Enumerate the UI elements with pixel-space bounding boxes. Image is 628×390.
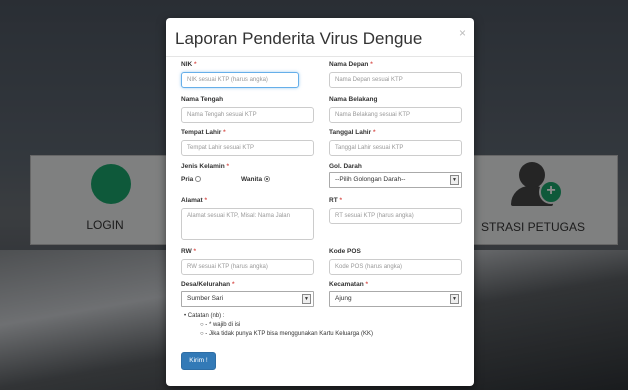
notes-item-required: ○ - * wajib di isi bbox=[200, 322, 241, 328]
radio-pria[interactable]: Pria bbox=[181, 176, 202, 183]
desa-select[interactable]: Sumber Sari ▼ bbox=[181, 291, 314, 307]
notes-item-kk: ○ - Jika tidak punya KTP bisa menggunaka… bbox=[200, 331, 373, 337]
tanggal-lahir-input[interactable]: Tanggal Lahir sesuai KTP bbox=[329, 140, 462, 156]
jenis-kelamin-label: Jenis Kelamin * bbox=[181, 163, 230, 170]
gol-darah-select[interactable]: --Pilih Golongan Darah-- ▼ bbox=[329, 172, 462, 188]
tanggal-lahir-label: Tanggal Lahir * bbox=[329, 129, 376, 136]
nama-belakang-input[interactable]: Nama Belakang sesuai KTP bbox=[329, 107, 462, 123]
nama-tengah-input[interactable]: Nama Tengah sesuai KTP bbox=[181, 107, 314, 123]
chevron-down-icon: ▼ bbox=[450, 294, 459, 304]
nik-input[interactable]: NIK sesuai KTP (harus angka) bbox=[181, 72, 299, 88]
kode-pos-label: Kode POS bbox=[329, 248, 361, 255]
rt-input[interactable]: RT sesuai KTP (harus angka) bbox=[329, 208, 462, 224]
alamat-textarea[interactable]: Alamat sesuai KTP, Misal: Nama Jalan bbox=[181, 208, 314, 240]
rw-input[interactable]: RW sesuai KTP (harus angka) bbox=[181, 259, 314, 275]
radio-wanita[interactable]: Wanita bbox=[241, 176, 271, 183]
rw-label: RW * bbox=[181, 248, 197, 255]
kecamatan-select[interactable]: Ajung ▼ bbox=[329, 291, 462, 307]
report-modal: Laporan Penderita Virus Dengue × NIK * N… bbox=[166, 18, 474, 386]
chevron-down-icon: ▼ bbox=[302, 294, 311, 304]
close-icon[interactable]: × bbox=[459, 26, 466, 40]
nama-belakang-label: Nama Belakang bbox=[329, 96, 378, 103]
radio-pria-icon[interactable] bbox=[195, 176, 202, 183]
kecamatan-label: Kecamatan * bbox=[329, 281, 369, 288]
submit-button[interactable]: Kirim ! bbox=[181, 352, 216, 370]
modal-title: Laporan Penderita Virus Dengue bbox=[175, 29, 423, 48]
tempat-lahir-label: Tempat Lahir * bbox=[181, 129, 226, 136]
kode-pos-input[interactable]: Kode POS (harus angka) bbox=[329, 259, 462, 275]
rt-label: RT * bbox=[329, 197, 343, 204]
chevron-down-icon: ▼ bbox=[450, 175, 459, 185]
notes-title: • Catatan (nb) : bbox=[184, 313, 225, 319]
modal-header-divider bbox=[166, 56, 474, 57]
radio-wanita-icon[interactable] bbox=[264, 176, 271, 183]
nama-tengah-label: Nama Tengah bbox=[181, 96, 224, 103]
alamat-label: Alamat * bbox=[181, 197, 208, 204]
desa-label: Desa/Kelurahan * bbox=[181, 281, 235, 288]
nik-label: NIK * bbox=[181, 61, 197, 68]
nama-depan-input[interactable]: Nama Depan sesuai KTP bbox=[329, 72, 462, 88]
tempat-lahir-input[interactable]: Tempat Lahir sesuai KTP bbox=[181, 140, 314, 156]
nama-depan-label: Nama Depan * bbox=[329, 61, 373, 68]
gol-darah-label: Gol. Darah bbox=[329, 163, 362, 170]
